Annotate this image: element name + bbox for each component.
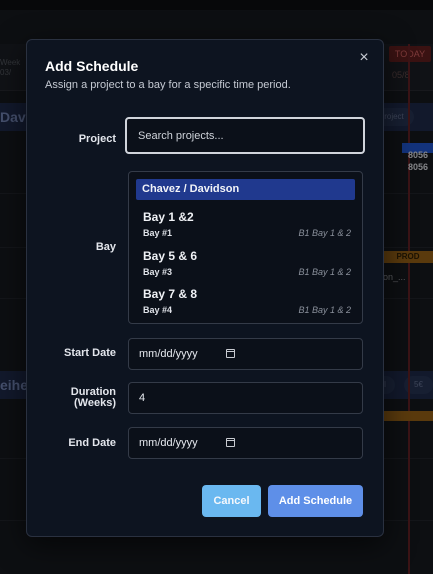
- duration-label: Duration (Weeks): [47, 387, 116, 409]
- bay-option-name: Bay 5 & 6: [143, 249, 198, 263]
- close-icon[interactable]: ×: [356, 50, 372, 66]
- duration-weeks-input[interactable]: 4: [128, 382, 363, 414]
- start-date-input[interactable]: mm/dd/yyyy: [128, 338, 363, 370]
- bay-label: Bay: [95, 241, 116, 253]
- bay-option-detail: B1 Bay 1 & 2: [298, 228, 351, 238]
- bay-option[interactable]: Bay 7 & 8 Bay #4 B1 Bay 1 & 2: [143, 287, 351, 321]
- project-label: Project: [78, 133, 116, 145]
- end-date-value: mm/dd/yyyy: [139, 437, 198, 449]
- end-date-input[interactable]: mm/dd/yyyy: [128, 427, 363, 459]
- cancel-button[interactable]: Cancel: [202, 485, 261, 517]
- bay-group-header: Chavez / Davidson: [136, 179, 355, 200]
- bay-option-name: Bay 7 & 8: [143, 287, 198, 301]
- add-schedule-button[interactable]: Add Schedule: [268, 485, 363, 517]
- calendar-icon[interactable]: [226, 438, 235, 447]
- bay-option-name: Bay 1 &2: [143, 210, 194, 224]
- duration-value: 4: [139, 392, 146, 404]
- bay-option[interactable]: Bay 5 & 6 Bay #3 B1 Bay 1 & 2: [143, 249, 351, 283]
- bay-option-detail: B1 Bay 1 & 2: [298, 305, 351, 315]
- bay-option-number: Bay #3: [143, 267, 173, 277]
- end-date-label: End Date: [68, 437, 116, 449]
- bay-list[interactable]: Chavez / Davidson Bay 1 &2 Bay #1 B1 Bay…: [128, 171, 363, 324]
- calendar-icon[interactable]: [226, 349, 235, 358]
- project-search-input[interactable]: [125, 117, 365, 154]
- start-date-label: Start Date: [64, 347, 116, 359]
- dialog-subtitle: Assign a project to a bay for a specific…: [45, 79, 291, 91]
- bay-option-number: Bay #4: [143, 305, 173, 315]
- dialog-title: Add Schedule: [45, 58, 139, 74]
- add-schedule-dialog: × Add Schedule Assign a project to a bay…: [26, 39, 384, 537]
- bay-option-number: Bay #1: [143, 228, 173, 238]
- start-date-value: mm/dd/yyyy: [139, 348, 198, 360]
- duration-label-line: (Weeks): [74, 397, 116, 409]
- bay-option-detail: B1 Bay 1 & 2: [298, 267, 351, 277]
- bay-option[interactable]: Bay 1 &2 Bay #1 B1 Bay 1 & 2: [143, 210, 351, 244]
